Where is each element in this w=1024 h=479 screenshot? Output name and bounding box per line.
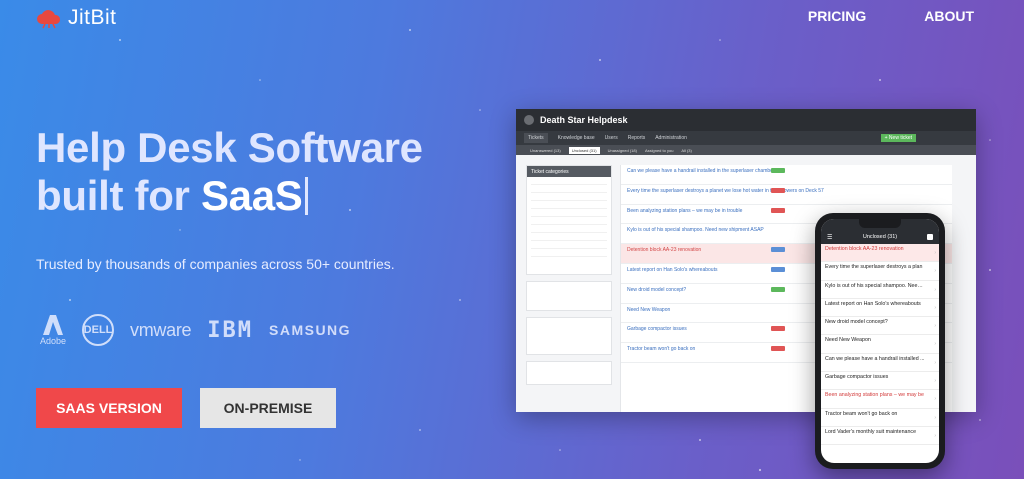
- chevron-right-icon: ›: [934, 323, 936, 330]
- mockup-titlebar: Death Star Helpdesk: [516, 109, 976, 131]
- chevron-right-icon: ›: [934, 414, 936, 421]
- phone-ticket-item: Kylo is out of his special shampoo. Need…: [821, 281, 939, 299]
- phone-ticket-title: Lord Vader's monthly suit maintenance: [825, 428, 917, 435]
- top-nav: PRICING ABOUT: [808, 8, 974, 24]
- chevron-right-icon: ›: [934, 286, 936, 293]
- helpdesk-mobile-screenshot: ☰ Unclosed (31) Detention block AA-23 re…: [815, 213, 945, 469]
- chevron-right-icon: ›: [934, 432, 936, 439]
- mockup-sidebar: Ticket categories: [526, 165, 612, 275]
- mockup-menu: Tickets Knowledge base Users Reports Adm…: [516, 131, 976, 145]
- mockup-tabs: Unanswered (13) Unclosed (31) Unassigned…: [516, 145, 976, 155]
- new-ticket-icon: [927, 234, 933, 240]
- chevron-right-icon: ›: [934, 378, 936, 385]
- phone-ticket-item: Can we please have a handrail installed …: [821, 354, 939, 373]
- on-premise-button[interactable]: ON-PREMISE: [200, 388, 336, 428]
- phone-ticket-title: Tractor beam won't go back on: [825, 410, 898, 417]
- mockup-ticket-row: Every time the superlaser destroys a pla…: [621, 185, 952, 205]
- mockup-ticket-title: Can we please have a handrail installed …: [627, 168, 778, 174]
- samsung-logo: SAMSUNG: [269, 322, 352, 338]
- mockup-tab: Unassigned (18): [607, 147, 637, 153]
- hero-title-line2-prefix: built for: [36, 172, 201, 219]
- phone-ticket-title: Detention block AA-23 renovation: [825, 246, 904, 252]
- typing-cursor: [304, 177, 308, 215]
- nav-about-link[interactable]: ABOUT: [924, 8, 974, 24]
- hero-title: Help Desk Software built for SaaS: [36, 124, 423, 220]
- mockup-tab: All (3): [681, 147, 692, 153]
- phone-ticket-title: Garbage compactor issues: [825, 374, 889, 381]
- phone-header-title: Unclosed (31): [862, 234, 898, 240]
- mockup-menu-item: Administration: [655, 135, 687, 141]
- phone-ticket-item: Tractor beam won't go back on ›: [821, 409, 939, 427]
- mockup-menu-item: Reports: [627, 135, 646, 141]
- mockup-new-ticket: + New ticket: [880, 134, 916, 142]
- adobe-icon: [43, 315, 64, 335]
- dell-logo: DELL: [82, 314, 115, 346]
- phone-notch: [859, 219, 901, 228]
- hero-title-line1: Help Desk Software: [36, 124, 423, 171]
- chevron-right-icon: ›: [934, 304, 936, 311]
- vmware-logo: vmware: [130, 319, 192, 340]
- mockup-menu-item: Tickets: [524, 133, 548, 143]
- chevron-right-icon: ›: [934, 268, 936, 275]
- chevron-right-icon: ›: [934, 341, 936, 348]
- brand-name: JitBit: [68, 6, 117, 29]
- phone-ticket-title: Been analyzing station plans – we may be: [825, 392, 924, 399]
- mockup-title: Death Star Helpdesk: [540, 115, 628, 125]
- mockup-logo-icon: [524, 115, 534, 125]
- mockup-stats-box: [526, 361, 612, 385]
- client-logos: Adobe DELL vmware IBM SAMSUNG: [40, 314, 351, 346]
- phone-ticket-title: Every time the superlaser destroys a pla…: [825, 264, 923, 271]
- adobe-label: Adobe: [40, 336, 67, 346]
- mockup-sort-box: [526, 317, 612, 355]
- phone-ticket-item: New droid model concept? ›: [821, 317, 939, 336]
- phone-ticket-item: Lord Vader's monthly suit maintenance ›: [821, 427, 939, 446]
- phone-ticket-item: Need New Weapon ›: [821, 335, 939, 354]
- phone-ticket-item: Latest report on Han Solo's whereabouts ›: [821, 299, 939, 318]
- mockup-ticket-row: Can we please have a handrail installed …: [621, 165, 952, 185]
- mockup-menu-item: Knowledge base: [557, 135, 595, 141]
- saas-version-button[interactable]: SAAS VERSION: [36, 388, 182, 428]
- phone-screen: ☰ Unclosed (31) Detention block AA-23 re…: [821, 219, 939, 463]
- mockup-tags-box: [526, 281, 612, 311]
- phone-header: ☰ Unclosed (31): [821, 230, 939, 244]
- phone-ticket-item: Detention block AA-23 renovation ›: [821, 244, 939, 263]
- hero-title-highlight: SaaS: [200, 172, 303, 219]
- chevron-right-icon: ›: [934, 396, 936, 403]
- chevron-right-icon: ›: [934, 359, 936, 366]
- chevron-right-icon: ›: [934, 250, 936, 256]
- phone-ticket-title: Need New Weapon: [825, 337, 871, 344]
- hero-subtitle: Trusted by thousands of companies across…: [36, 256, 395, 272]
- mockup-tab: Assigned to you: [644, 147, 674, 153]
- mockup-tab: Unanswered (13): [530, 147, 561, 153]
- cloud-logo-icon: [37, 10, 61, 29]
- mockup-sidebar-header: Ticket categories: [527, 166, 611, 177]
- mockup-ticket-title: Every time the superlaser destroys a pla…: [627, 187, 824, 194]
- mockup-tab: Unclosed (31): [568, 146, 600, 154]
- phone-ticket-item: Garbage compactor issues ›: [821, 372, 939, 391]
- phone-ticket-item: Every time the superlaser destroys a pla…: [821, 262, 939, 281]
- phone-ticket-title: New droid model concept?: [825, 319, 888, 326]
- ibm-logo: IBM: [207, 317, 253, 343]
- mockup-menu-item: Users: [604, 135, 618, 141]
- phone-ticket-title: Can we please have a handrail installed …: [825, 355, 925, 362]
- jitbit-logo[interactable]: JitBit: [36, 6, 117, 30]
- adobe-logo: Adobe: [40, 314, 66, 346]
- phone-ticket-title: Kylo is out of his special shampoo. Need…: [825, 282, 925, 289]
- phone-ticket-item: Been analyzing station plans – we may be…: [821, 390, 939, 409]
- phone-ticket-title: Latest report on Han Solo's whereabouts: [825, 300, 921, 307]
- hamburger-menu-icon: ☰: [827, 234, 833, 241]
- nav-pricing-link[interactable]: PRICING: [808, 8, 866, 24]
